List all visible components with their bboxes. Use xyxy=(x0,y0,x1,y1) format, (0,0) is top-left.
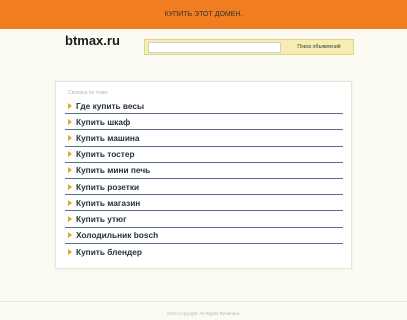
related-links-panel: Связано по теме: Где купить весы Купить … xyxy=(55,81,352,269)
arrow-icon xyxy=(68,102,72,109)
related-link[interactable]: Купить машина xyxy=(76,133,140,143)
related-link[interactable]: Холодильник bosch xyxy=(76,230,158,240)
related-link[interactable]: Купить блендер xyxy=(76,247,142,257)
related-link-item[interactable]: Купить розетки xyxy=(65,179,343,196)
site-logo[interactable]: btmax.ru xyxy=(65,33,120,48)
related-link[interactable]: Купить магазин xyxy=(76,198,140,208)
arrow-icon xyxy=(68,199,72,206)
arrow-icon xyxy=(68,232,72,239)
related-links-list: Где купить весы Купить шкаф Купить машин… xyxy=(65,98,343,260)
related-link-item[interactable]: Купить мини печь xyxy=(65,163,343,179)
related-link-item[interactable]: Купить утюг xyxy=(65,211,343,228)
buy-domain-banner: КУПИТЬ ЭТОТ ДОМЕН. xyxy=(0,11,407,18)
footer-divider xyxy=(0,301,407,302)
search-input[interactable] xyxy=(148,42,281,53)
related-link-item[interactable]: Купить магазин xyxy=(65,195,343,212)
related-link[interactable]: Где купить весы xyxy=(76,101,144,111)
related-link[interactable]: Купить розетки xyxy=(76,182,139,192)
arrow-icon xyxy=(68,248,72,255)
copyright-text: 2016 Copyright. All Rights Reserved. xyxy=(166,311,241,316)
related-link-item[interactable]: Купить блендер xyxy=(65,244,343,260)
related-link[interactable]: Купить тостер xyxy=(76,149,135,159)
arrow-icon xyxy=(68,215,72,222)
related-link-item[interactable]: Купить шкаф xyxy=(65,114,343,131)
related-link-item[interactable]: Купить тостер xyxy=(65,147,343,163)
arrow-icon xyxy=(68,183,72,190)
arrow-icon xyxy=(68,151,72,158)
search-button[interactable]: Поиск объявлений xyxy=(287,41,351,53)
search-bar: Поиск объявлений xyxy=(144,39,354,55)
related-label: Связано по теме: xyxy=(68,90,109,96)
related-link[interactable]: Купить шкаф xyxy=(76,117,130,127)
related-link-item[interactable]: Холодильник bosch xyxy=(65,228,343,244)
related-link[interactable]: Купить утюг xyxy=(76,214,127,224)
related-link-item[interactable]: Где купить весы xyxy=(65,98,343,115)
arrow-icon xyxy=(68,167,72,174)
buy-domain-link[interactable]: КУПИТЬ ЭТОТ ДОМЕН. xyxy=(165,11,243,18)
arrow-icon xyxy=(68,134,72,141)
related-link[interactable]: Купить мини печь xyxy=(76,165,150,175)
arrow-icon xyxy=(68,118,72,125)
related-link-item[interactable]: Купить машина xyxy=(65,130,343,147)
